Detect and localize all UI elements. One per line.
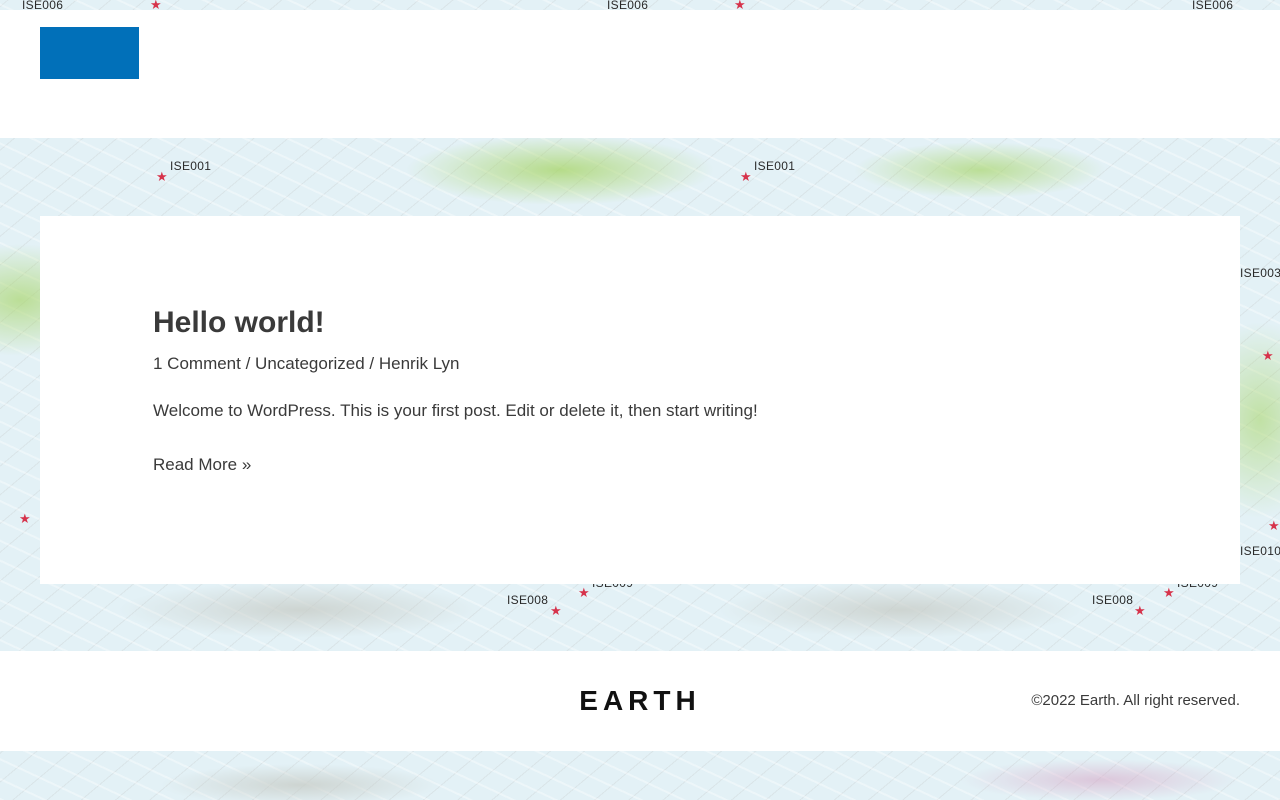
post-meta: 1 Comment / Uncategorized / Henrik Lyn: [153, 354, 459, 374]
map-star-icon: ★: [156, 169, 168, 184]
site-logo[interactable]: [40, 27, 139, 79]
map-star-icon: ★: [1134, 603, 1146, 618]
map-star-icon: ★: [740, 169, 752, 184]
comments-link[interactable]: 1 Comment: [153, 354, 241, 373]
map-star-icon: ★: [1268, 518, 1280, 533]
map-star-icon: ★: [1163, 585, 1175, 600]
map-star-icon: ★: [1262, 348, 1274, 363]
map-star-icon: ★: [19, 511, 31, 526]
site-header: [0, 10, 1280, 138]
copyright-text: ©2022 Earth. All right reserved.: [1031, 692, 1240, 709]
author-link[interactable]: Henrik Lyn: [379, 354, 460, 373]
map-star-icon: ★: [578, 585, 590, 600]
category-link[interactable]: Uncategorized: [255, 354, 365, 373]
map-label: ISE003: [1240, 266, 1280, 280]
meta-separator: /: [240, 354, 256, 373]
post-card: Hello world! 1 Comment / Uncategorized /…: [40, 216, 1240, 584]
post-title[interactable]: Hello world!: [153, 306, 325, 340]
map-star-icon: ★: [550, 603, 562, 618]
read-more: Read More »: [153, 455, 251, 475]
map-label: ISE001: [170, 159, 212, 173]
map-label: ISE008: [1092, 593, 1134, 607]
map-label: ISE001: [754, 159, 796, 173]
meta-separator: /: [364, 354, 379, 373]
map-label: ISE010: [1240, 544, 1280, 558]
site-footer: EARTH ©2022 Earth. All right reserved.: [0, 651, 1280, 751]
read-more-link[interactable]: Read More »: [153, 455, 251, 474]
map-label: ISE008: [507, 593, 549, 607]
post-excerpt: Welcome to WordPress. This is your first…: [153, 401, 758, 420]
